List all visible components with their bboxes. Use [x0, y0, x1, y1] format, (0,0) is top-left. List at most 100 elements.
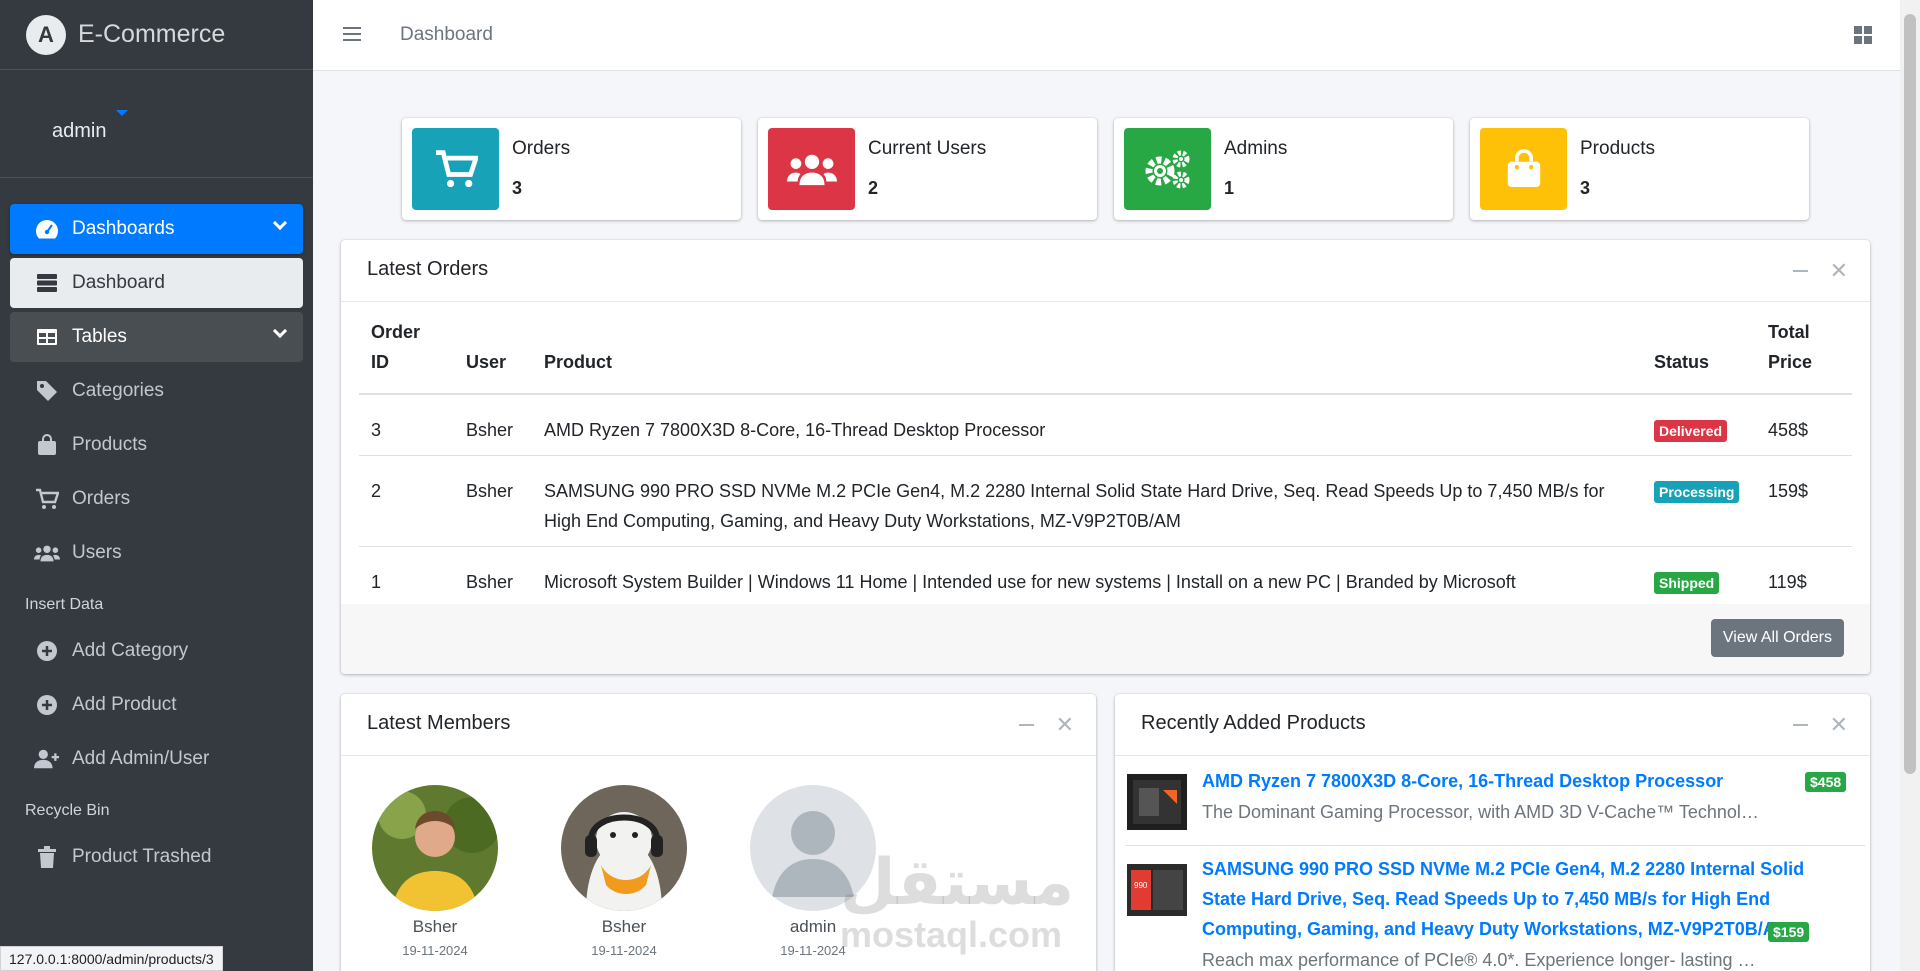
- info-box-label: Orders: [512, 138, 571, 159]
- orders-table: Order ID User Product Status Total Price…: [359, 302, 1852, 608]
- scrollbar-thumb[interactable]: [1904, 14, 1916, 774]
- product-image[interactable]: 990: [1125, 858, 1189, 922]
- sidebar-item-label: Orders: [72, 488, 131, 509]
- table-header-row: Order ID User Product Status Total Price: [359, 302, 1852, 395]
- topbar-dashboard-link[interactable]: Dashboard: [400, 24, 493, 46]
- info-box-value: 1: [1224, 178, 1235, 198]
- sidebar-item-label: Add Product: [72, 694, 177, 715]
- orders-table-wrapper: Order ID User Product Status Total Price…: [341, 302, 1870, 608]
- member-date: 19-11-2024: [591, 943, 657, 958]
- info-box-orders: Orders 3: [402, 118, 741, 220]
- table-row: 3 Bsher AMD Ryzen 7 7800X3D 8-Core, 16-T…: [359, 394, 1852, 456]
- speedometer-icon: [34, 216, 60, 242]
- table-row: 2 Bsher SAMSUNG 990 PRO SSD NVMe M.2 PCI…: [359, 455, 1852, 547]
- sidebar-item-dashboards[interactable]: Dashboards: [10, 204, 303, 254]
- sidebar-nav: Dashboards Dashboard Tables Categories P…: [0, 178, 313, 882]
- card-title: Recently Added Products: [1141, 712, 1366, 734]
- sidebar-item-label: Categories: [72, 380, 164, 401]
- avatar[interactable]: [561, 785, 687, 911]
- column-header-order-id: Order ID: [359, 302, 454, 395]
- recent-products-card: Recently Added Products ✕ AMD Ryzen 7 78…: [1115, 694, 1870, 971]
- order-id-cell: 2: [359, 455, 454, 547]
- sidebar-item-tables[interactable]: Tables: [10, 312, 303, 362]
- order-status-cell: Delivered: [1642, 394, 1756, 456]
- price-badge: $159: [1768, 922, 1810, 942]
- member-item[interactable]: Bsher 19-11-2024: [370, 785, 500, 958]
- order-product-cell: Microsoft System Builder | Windows 11 Ho…: [532, 546, 1642, 608]
- info-box-products: Products 3: [1470, 118, 1809, 220]
- hamburger-menu-icon[interactable]: [343, 27, 361, 41]
- member-date: 19-11-2024: [402, 943, 468, 958]
- status-badge: Shipped: [1654, 571, 1720, 594]
- sidebar-item-dashboard[interactable]: Dashboard: [10, 258, 303, 308]
- column-header-status: Status: [1642, 302, 1756, 395]
- column-header-total-price: Total Price: [1756, 302, 1852, 395]
- sidebar-item-add-product[interactable]: Add Product: [10, 680, 303, 730]
- info-box-value: 3: [1580, 178, 1591, 198]
- sidebar-item-label: Product Trashed: [72, 846, 212, 867]
- sidebar-item-label: Tables: [72, 326, 127, 347]
- price-badge: $458: [1805, 772, 1847, 792]
- member-name: Bsher: [601, 917, 647, 936]
- product-description: Reach max performance of PCIe® 4.0*. Exp…: [1202, 950, 1762, 970]
- sidebar-item-products[interactable]: Products: [10, 420, 303, 470]
- member-item[interactable]: Bsher 19-11-2024: [559, 785, 689, 958]
- chevron-down-icon: [272, 215, 288, 231]
- users-icon: [768, 128, 855, 210]
- info-box-value: 2: [868, 178, 879, 198]
- sidebar-item-users[interactable]: Users: [10, 528, 303, 578]
- order-price-cell: 458$: [1756, 394, 1852, 456]
- sidebar-item-label: Products: [72, 434, 147, 455]
- product-title-link[interactable]: SAMSUNG 990 PRO SSD NVMe M.2 PCIe Gen4, …: [1202, 854, 1852, 944]
- latest-orders-card: Latest Orders ✕ Order ID User Product St…: [341, 240, 1870, 674]
- grid-layout-icon[interactable]: [1854, 26, 1872, 44]
- info-box-label: Admins: [1224, 138, 1288, 159]
- order-id-cell: 3: [359, 394, 454, 456]
- order-product-cell: SAMSUNG 990 PRO SSD NVMe M.2 PCIe Gen4, …: [532, 455, 1642, 547]
- brand-text: E-Commerce: [78, 20, 226, 48]
- card-header: Latest Members ✕: [341, 694, 1096, 756]
- sidebar-item-add-admin-user[interactable]: Add Admin/User: [10, 734, 303, 784]
- list-item: 990 SAMSUNG 990 PRO SSD NVMe M.2 PCIe Ge…: [1125, 854, 1865, 971]
- info-box-label: Current Users: [868, 138, 987, 159]
- card-title: Latest Orders: [367, 258, 489, 280]
- cart-icon: [412, 128, 499, 210]
- top-navbar: Dashboard: [313, 0, 1900, 71]
- sidebar-item-orders[interactable]: Orders: [10, 474, 303, 524]
- sidebar-item-product-trashed[interactable]: Product Trashed: [10, 832, 303, 882]
- watermark-logo: مستقل mostaql.com: [840, 850, 1074, 956]
- brand-link[interactable]: A E-Commerce: [0, 0, 313, 70]
- close-icon[interactable]: ✕: [1830, 260, 1848, 282]
- collapse-icon[interactable]: [1793, 724, 1808, 726]
- product-title-link[interactable]: AMD Ryzen 7 7800X3D 8-Core, 16-Thread De…: [1202, 766, 1852, 796]
- collapse-icon[interactable]: [1793, 270, 1808, 272]
- page-scrollbar[interactable]: [1900, 0, 1920, 971]
- collapse-icon[interactable]: [1019, 724, 1034, 726]
- user-name[interactable]: admin: [52, 120, 106, 143]
- sidebar-item-categories[interactable]: Categories: [10, 366, 303, 416]
- sidebar-item-label: Add Admin/User: [72, 748, 210, 769]
- shopping-bag-icon: [34, 432, 60, 458]
- list-item: AMD Ryzen 7 7800X3D 8-Core, 16-Thread De…: [1125, 766, 1865, 846]
- avatar[interactable]: [372, 785, 498, 911]
- info-box-label: Products: [1580, 138, 1655, 159]
- nav-header-insert-data: Insert Data: [25, 596, 104, 613]
- column-header-user: User: [454, 302, 532, 395]
- order-user-cell: Bsher: [454, 455, 532, 547]
- order-price-cell: 119$: [1756, 546, 1852, 608]
- browser-status-url: 127.0.0.1:8000/admin/products/3: [0, 946, 223, 971]
- close-icon[interactable]: ✕: [1830, 714, 1848, 736]
- order-id-cell: 1: [359, 546, 454, 608]
- view-all-orders-button[interactable]: View All Orders: [1710, 619, 1844, 657]
- card-footer: View All Orders: [341, 604, 1870, 674]
- order-status-cell: Shipped: [1642, 546, 1756, 608]
- close-icon[interactable]: ✕: [1056, 714, 1074, 736]
- sidebar-item-add-category[interactable]: Add Category: [10, 626, 303, 676]
- status-badge: Delivered: [1654, 420, 1728, 442]
- product-image[interactable]: [1125, 770, 1189, 834]
- user-dropdown-caret-icon[interactable]: [116, 110, 128, 116]
- order-user-cell: Bsher: [454, 394, 532, 456]
- info-box-value: 3: [512, 178, 523, 198]
- table-row: 1 Bsher Microsoft System Builder | Windo…: [359, 546, 1852, 608]
- shopping-bag-icon: [1480, 128, 1567, 210]
